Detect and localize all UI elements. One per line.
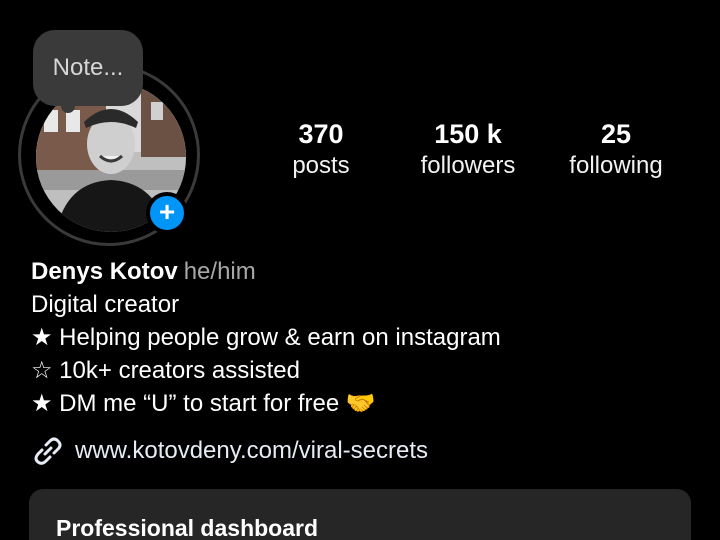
note-placeholder: Note... bbox=[52, 54, 124, 81]
note-bubble[interactable]: Note... bbox=[33, 30, 143, 113]
stat-posts[interactable]: 370 posts bbox=[246, 118, 396, 182]
bio-line: ★ DM me “U” to start for free 🤝 bbox=[31, 390, 376, 417]
bio-link[interactable]: www.kotovdeny.com/viral-secrets bbox=[31, 434, 428, 468]
professional-dashboard-card[interactable]: Professional dashboard bbox=[29, 489, 691, 540]
profile-bio: Denys Kotov he/him Digital creator ★ Help… bbox=[31, 255, 701, 420]
followers-label: followers bbox=[420, 152, 516, 179]
link-chain-icon bbox=[34, 437, 62, 465]
stat-following[interactable]: 25 following bbox=[541, 118, 691, 182]
posts-count: 370 bbox=[298, 119, 344, 149]
plus-icon: + bbox=[158, 196, 176, 227]
add-story-button[interactable]: + bbox=[146, 192, 188, 234]
following-label: following bbox=[569, 152, 663, 179]
followers-count: 150 k bbox=[434, 119, 502, 149]
following-count: 25 bbox=[600, 119, 632, 149]
bio-line: ★ Helping people grow & earn on instagra… bbox=[31, 324, 501, 351]
name-line: Denys Kotov he/him bbox=[31, 255, 701, 288]
link-url: www.kotovdeny.com/viral-secrets bbox=[75, 437, 428, 464]
dashboard-title: Professional dashboard bbox=[56, 515, 319, 540]
profile-name: Denys Kotov bbox=[31, 258, 178, 285]
bio-line: ☆ 10k+ creators assisted bbox=[31, 357, 300, 384]
profile-pronouns: he/him bbox=[183, 258, 256, 285]
profile-category: Digital creator bbox=[31, 291, 180, 318]
posts-label: posts bbox=[292, 152, 350, 179]
stat-followers[interactable]: 150 k followers bbox=[393, 118, 543, 182]
